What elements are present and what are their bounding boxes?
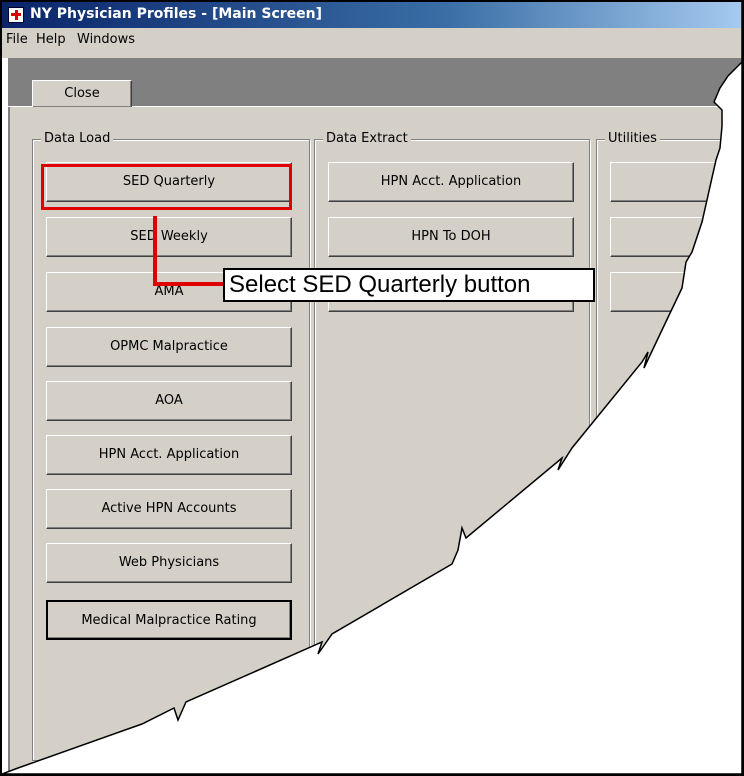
- callout-label: Select SED Quarterly button: [223, 268, 595, 302]
- callout-line-vertical: [153, 216, 157, 284]
- app-window: NY Physician Profiles - [Main Screen] Fi…: [2, 2, 742, 774]
- page-curl-mask: [2, 2, 742, 774]
- sed-quarterly-highlight: [41, 164, 292, 210]
- callout-line-horizontal: [153, 282, 225, 286]
